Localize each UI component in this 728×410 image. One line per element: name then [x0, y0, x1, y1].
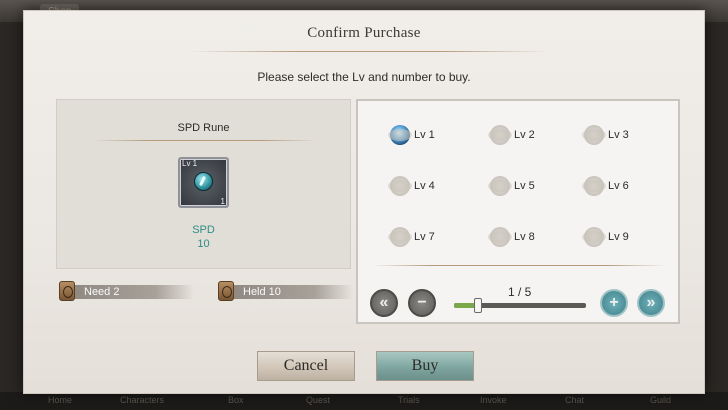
need-text: Need 2 [84, 286, 120, 298]
quantity-text: 1 / 5 [508, 285, 532, 299]
level-label: Lv 6 [608, 180, 629, 192]
level-label: Lv 9 [608, 231, 629, 243]
level-option-9[interactable]: Lv 9 [582, 225, 654, 249]
level-option-5[interactable]: Lv 5 [488, 174, 560, 198]
double-chevron-right-icon: » [646, 294, 656, 311]
buy-button[interactable]: Buy [376, 351, 474, 381]
level-option-1[interactable]: Lv 1 [388, 123, 460, 147]
orb-icon [488, 227, 512, 247]
orb-icon [488, 125, 512, 145]
orb-icon [388, 227, 412, 247]
title-divider [189, 51, 549, 52]
level-option-6[interactable]: Lv 6 [582, 174, 654, 198]
level-option-2[interactable]: Lv 2 [488, 123, 560, 147]
level-option-3[interactable]: Lv 3 [582, 123, 654, 147]
increase-quantity-button[interactable]: + [600, 289, 628, 317]
stat-value: 10 [197, 238, 210, 250]
slider-thumb[interactable] [474, 298, 482, 313]
decrease-quantity-button[interactable]: − [408, 289, 436, 317]
orb-icon [582, 125, 606, 145]
background-nav-home: Home [48, 395, 73, 405]
level-select-panel: Lv 1 Lv 2 Lv 3 Lv 4 Lv 5 Lv 6 Lv 7 Lv 8 [356, 99, 680, 324]
dialog-title: Confirm Purchase [307, 25, 421, 41]
item-panel: SPD Rune Lv 1 1 SPD 10 [56, 99, 351, 269]
held-text: Held 10 [243, 286, 281, 298]
level-option-4[interactable]: Lv 4 [388, 174, 460, 198]
level-label: Lv 2 [514, 129, 535, 141]
orb-icon [388, 125, 412, 145]
orb-icon [488, 176, 512, 196]
background-nav-bar: Home Characters Box Quest Trials Invoke … [0, 392, 728, 410]
dialog-subtitle: Please select the Lv and number to buy. [257, 70, 471, 84]
background-nav-chat: Chat [565, 395, 585, 405]
level-label: Lv 1 [414, 129, 435, 141]
background-nav-invoke: Invoke [480, 395, 507, 405]
orb-icon [582, 176, 606, 196]
held-indicator: Held 10 [218, 281, 353, 301]
scroll-icon [59, 281, 75, 301]
background-nav-box: Box [228, 395, 244, 405]
stat-name: SPD [192, 224, 215, 236]
confirm-purchase-dialog: Confirm Purchase Please select the Lv an… [23, 10, 705, 394]
plus-icon: + [609, 294, 619, 311]
double-chevron-left-icon: « [379, 294, 389, 311]
max-quantity-button[interactable]: » [637, 289, 665, 317]
minus-icon: − [417, 294, 427, 311]
item-divider [92, 140, 317, 141]
level-label: Lv 5 [514, 180, 535, 192]
level-label: Lv 7 [414, 231, 435, 243]
level-label: Lv 4 [414, 180, 435, 192]
min-quantity-button[interactable]: « [370, 289, 398, 317]
level-label: Lv 8 [514, 231, 535, 243]
background-nav-quest: Quest [306, 395, 331, 405]
need-indicator: Need 2 [59, 281, 194, 301]
background-nav-characters: Characters [120, 395, 165, 405]
rune-gem-icon [194, 172, 213, 191]
item-icon-level: Lv 1 [182, 159, 198, 168]
controls-divider [372, 265, 666, 266]
item-icon-count: 1 [220, 197, 225, 206]
orb-icon [582, 227, 606, 247]
background-nav-trials: Trials [398, 395, 420, 405]
cancel-button[interactable]: Cancel [257, 351, 355, 381]
level-option-7[interactable]: Lv 7 [388, 225, 460, 249]
level-label: Lv 3 [608, 129, 629, 141]
background-nav-guild: Guild [650, 395, 672, 405]
item-name: SPD Rune [177, 122, 230, 134]
orb-icon [388, 176, 412, 196]
scroll-icon [218, 281, 234, 301]
level-option-8[interactable]: Lv 8 [488, 225, 560, 249]
rune-item-icon: Lv 1 1 [178, 157, 229, 208]
